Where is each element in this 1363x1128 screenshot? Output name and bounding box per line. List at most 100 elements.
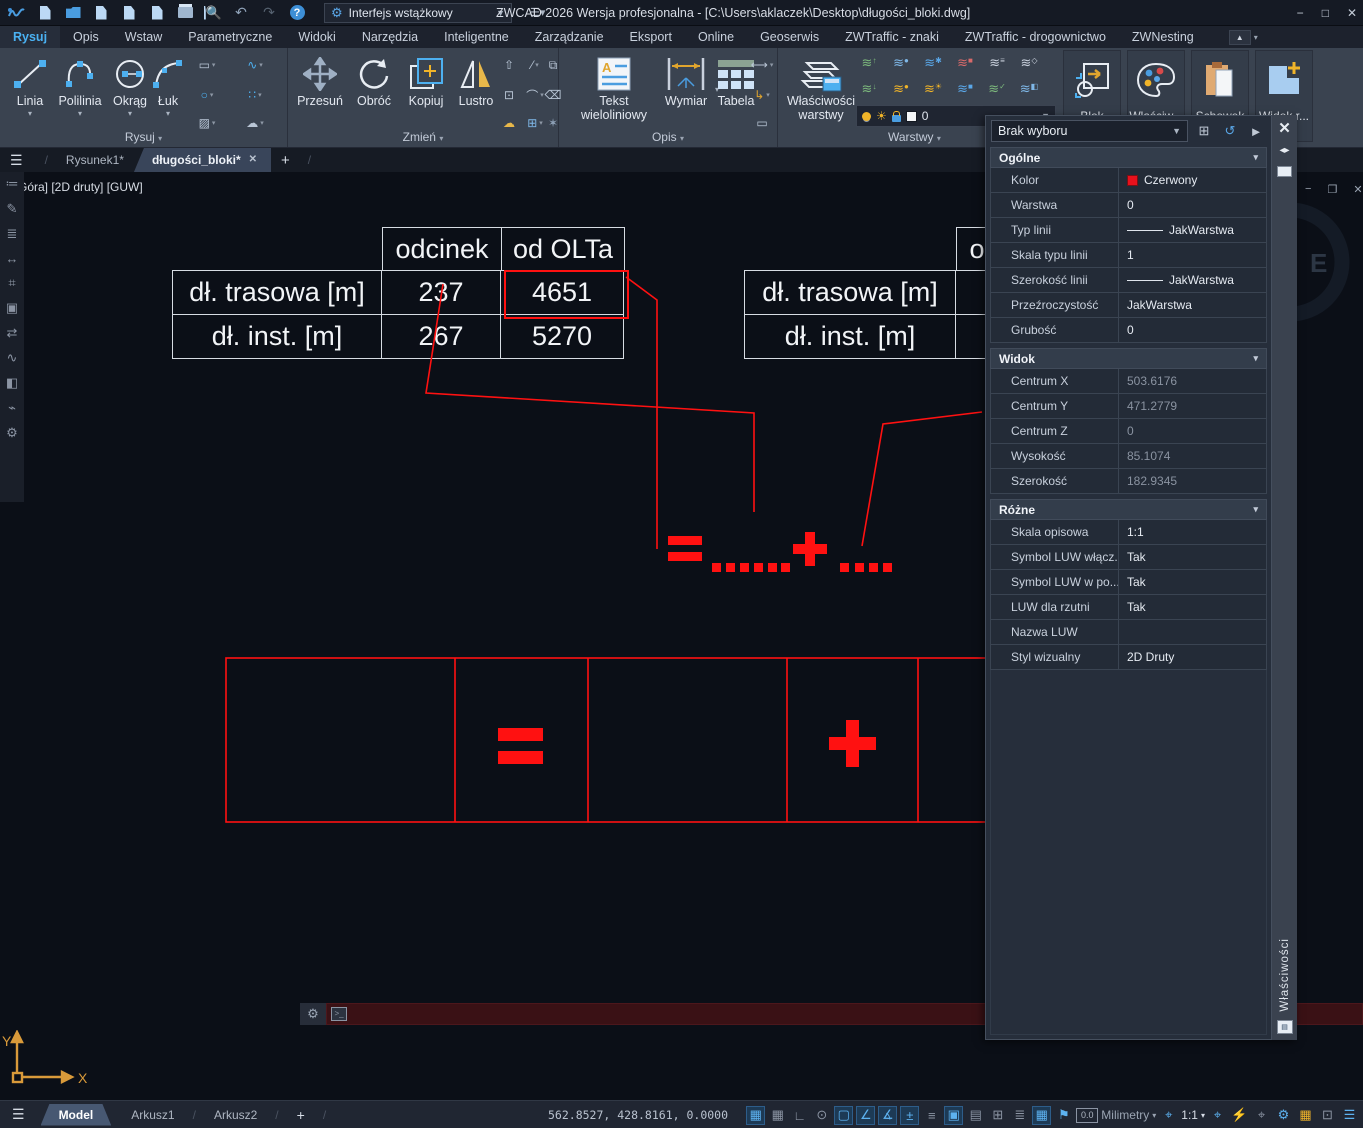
quick-select-button[interactable]: ⊞ (1194, 121, 1214, 141)
hardware-accel-icon[interactable]: ▦ (1296, 1106, 1315, 1125)
redo-button[interactable]: ↷ (260, 4, 278, 22)
prop-row-grubosc[interactable]: Grubość 0 (990, 318, 1267, 343)
palette-settings-button[interactable] (1277, 166, 1292, 177)
ribbon-tab-inteligentne[interactable]: Inteligentne (431, 26, 522, 48)
scale-tool[interactable]: ⊡ (496, 86, 522, 104)
selection-combobox[interactable]: Brak wyboru ▼ (991, 120, 1188, 142)
dimension-tool[interactable]: Wymiar ▾ (657, 54, 715, 108)
spline-caret-icon[interactable]: ▾ (259, 61, 263, 69)
autoscale-icon[interactable]: ⚡ (1230, 1106, 1249, 1125)
section-rozne-caret-icon[interactable]: ▾ (1253, 504, 1258, 515)
leader-caret-icon[interactable]: ▾ (766, 91, 770, 99)
hatch-caret-icon[interactable]: ▾ (212, 119, 216, 127)
plus-symbol-band[interactable] (829, 720, 876, 767)
prop-row-skala-opisowa[interactable]: Skala opisowa 1:1 (990, 520, 1267, 545)
new-file-icon[interactable] (36, 4, 54, 22)
prop-row-warstwa[interactable]: Warstwa 0 (990, 193, 1267, 218)
array-caret-icon[interactable]: ▾ (539, 119, 543, 127)
edit-attributes-icon[interactable]: ✎ (7, 201, 18, 217)
rectangle-caret-icon[interactable]: ▾ (212, 61, 216, 69)
equals-symbol-band[interactable] (498, 728, 543, 764)
arc-caret-icon[interactable]: ▾ (148, 109, 188, 118)
osnap-toggle-icon[interactable]: ▢ (834, 1106, 853, 1125)
ellipse-tool[interactable]: ○▾ (192, 86, 222, 104)
ortho-toggle-icon[interactable]: ∟ (790, 1106, 809, 1125)
save-icon[interactable] (92, 4, 110, 22)
layer-lock-state-icon[interactable] (892, 115, 901, 122)
toggle-pickadd-button[interactable]: ↺ (1220, 121, 1240, 141)
polar-track-toggle-icon[interactable]: ∡ (878, 1106, 897, 1125)
grid-toggle-icon[interactable]: ▦ (768, 1106, 787, 1125)
section-ogolne-caret-icon[interactable]: ▾ (1253, 152, 1258, 163)
polyline-toolbar-icon[interactable]: ∿ (7, 350, 18, 366)
prop-row-centrum-y[interactable]: Centrum Y 471.2779 (990, 394, 1267, 419)
numbered-list-icon[interactable]: ≣ (7, 226, 18, 242)
panel-label-zmien[interactable]: Zmień ▾ (288, 130, 558, 144)
copy-tool[interactable]: Kopiuj (400, 54, 452, 108)
layer-color-swatch[interactable] (906, 111, 917, 122)
status-settings-icon[interactable]: ⚙ (1274, 1106, 1293, 1125)
ribbon-tab-geoserwis[interactable]: Geoserwis (747, 26, 832, 48)
command-settings-button[interactable]: ⚙ (300, 1003, 326, 1025)
transparency-toggle-icon[interactable]: ▣ (944, 1106, 963, 1125)
app-logo-icon[interactable] (8, 4, 26, 22)
layer-thaw-tool[interactable]: ≋☀ (922, 80, 944, 97)
layer-bulb-tool[interactable]: ≋● (890, 80, 912, 97)
mtext-tool[interactable]: A Tekst wieloliniowy (571, 54, 657, 122)
layout-tab-arkusz1[interactable]: Arkusz1 (121, 1108, 184, 1122)
leader-tool[interactable]: ↳▾ (747, 86, 777, 104)
undo-button[interactable]: ↶ (232, 4, 250, 22)
polar-toggle-icon[interactable]: ⊙ (812, 1106, 831, 1125)
annotation-scale-dropdown[interactable]: 1:1▾ (1181, 1108, 1205, 1122)
new-layout-button[interactable]: + (297, 1107, 305, 1123)
move-tool[interactable]: Przesuń (294, 54, 346, 108)
workspace-selector[interactable]: ⚙ Interfejs wstążkowy ▼ (324, 3, 512, 23)
snap-toggle-icon[interactable]: ▦ (746, 1106, 765, 1125)
selection-cycling-icon[interactable]: ▤ (966, 1106, 985, 1125)
layer-on-tool[interactable]: ≋↑ (858, 54, 880, 71)
rectangle-tool[interactable]: ▭▾ (192, 56, 222, 74)
palette-title-vertical[interactable]: Właściwości (1279, 938, 1291, 1012)
prop-row-wysokosc[interactable]: Wysokość 85.1074 (990, 444, 1267, 469)
layer-bulb-state-icon[interactable] (862, 112, 871, 121)
layer-unlock-tool[interactable]: ≋■ (954, 80, 976, 97)
workspace-switch-icon[interactable]: ⌖ (1252, 1106, 1271, 1125)
layer-walk-tool[interactable]: ≋◧ (1018, 80, 1040, 97)
layer-sun-state-icon[interactable]: ☀ (876, 111, 887, 121)
selection-combo-arrow-icon[interactable]: ▼ (1172, 126, 1181, 136)
prop-row-centrum-x[interactable]: Centrum X 503.6176 (990, 369, 1267, 394)
model-tab[interactable]: Model (41, 1104, 112, 1126)
layer-merge-tool[interactable]: ≋≡ (986, 54, 1008, 71)
dots-row-2[interactable] (840, 563, 892, 572)
mdi-restore-button[interactable]: ❐ (1327, 183, 1337, 196)
ribbon-tab-zwnesting[interactable]: ZWNesting (1119, 26, 1207, 48)
equals-symbol-upper[interactable] (668, 536, 702, 561)
layer-current-tool[interactable]: ≋✓ (986, 80, 1008, 97)
prop-row-skala-typu-linii[interactable]: Skala typu linii 1 (990, 243, 1267, 268)
layout-tab-arkusz2[interactable]: Arkusz2 (204, 1108, 267, 1122)
polyline-tool[interactable]: Polilinia ▾ (54, 54, 106, 118)
ribbon-tab-parametryczne[interactable]: Parametryczne (175, 26, 285, 48)
prop-row-centrum-z[interactable]: Centrum Z 0 (990, 419, 1267, 444)
prop-row-luw-dla-rzutni[interactable]: LUW dla rzutni Tak (990, 595, 1267, 620)
doc-tab-rysunek1[interactable]: Rysunek1* (56, 153, 134, 167)
annotation-visibility-icon[interactable]: ⌖ (1208, 1106, 1227, 1125)
point-caret-icon[interactable]: ▾ (258, 91, 262, 99)
select-objects-button[interactable]: ► (1246, 121, 1266, 141)
help-icon[interactable]: ? (288, 4, 306, 22)
ribbon-collapse-button[interactable]: ▲ (1229, 30, 1251, 45)
layer-freeze-tool[interactable]: ≋✱ (922, 54, 944, 71)
line-caret-icon[interactable]: ▾ (4, 109, 56, 118)
palette-calculator-icon[interactable]: ▤ (1277, 1020, 1293, 1034)
precision-box[interactable]: 0.0 (1076, 1108, 1098, 1123)
align-tool[interactable]: ⧉ (546, 56, 560, 74)
flip-toolbar-icon[interactable]: ⇄ (7, 325, 18, 341)
open-file-icon[interactable] (64, 4, 82, 22)
prop-row-symbol-luw-wlaczony[interactable]: Symbol LUW włącz... Tak (990, 545, 1267, 570)
doc-tab-dlugosci-bloki[interactable]: długości_bloki* ✕ (134, 148, 271, 172)
palette-close-button[interactable]: ✕ (1278, 119, 1291, 137)
section-widok-caret-icon[interactable]: ▾ (1253, 353, 1258, 364)
section-header-ogolne[interactable]: Ogólne ▾ (990, 147, 1267, 168)
ribbon-tab-rysuj[interactable]: Rysuj (0, 26, 60, 48)
print-icon[interactable] (176, 4, 194, 22)
